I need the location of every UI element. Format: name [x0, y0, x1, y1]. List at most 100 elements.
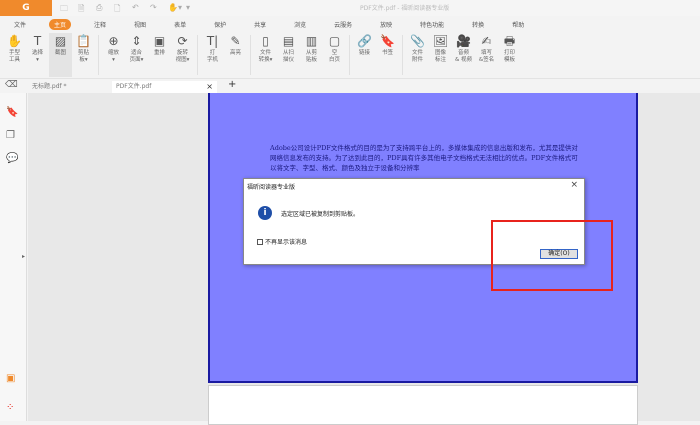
app-logo[interactable]: G — [0, 0, 52, 16]
dialog-close-button[interactable]: × — [570, 180, 578, 190]
toolbar-button[interactable]: T 选择 ▾ — [26, 33, 49, 77]
menu-item[interactable]: 浏览 — [289, 19, 311, 30]
pages-icon[interactable]: ❐ — [6, 130, 15, 141]
tab-pdf-file[interactable]: PDF文件.pdf × — [112, 81, 217, 93]
info-icon: i — [258, 206, 272, 220]
tool-icon: T| — [206, 34, 219, 48]
toolbar-button[interactable]: 🎥 音频 & 视频 — [452, 33, 475, 77]
tool-label: 重排 — [153, 50, 165, 56]
close-tab-icon[interactable]: × — [206, 81, 213, 93]
toolbar-button[interactable]: ▯ 文件 转换▾ — [254, 33, 277, 77]
toolbar-separator — [349, 35, 350, 75]
tool-label: 高亮 — [229, 50, 241, 56]
expand-sidebar-icon[interactable]: ▸ — [22, 253, 25, 260]
quick-access-icon[interactable]: ↶ — [132, 3, 139, 12]
toolbar-button[interactable]: ✍ 填写 &签名 — [475, 33, 498, 77]
toolbar-button[interactable]: ▣ 重排 — [148, 33, 171, 77]
toolbar-button[interactable]: ⇕ 适合 页面▾ — [125, 33, 148, 77]
menu-item[interactable]: 云服务 — [329, 19, 357, 30]
menu-item[interactable]: 表单 — [169, 19, 191, 30]
comment-icon[interactable]: 💬 — [6, 153, 18, 164]
toolbar-button[interactable]: 🖶 打印 模板 — [498, 33, 521, 77]
checkbox-label: 不再显示该消息 — [265, 239, 308, 246]
tool-icon: ▣ — [153, 34, 166, 48]
attachment-icon[interactable]: ▣ — [6, 373, 15, 384]
menu-item[interactable]: 文件 — [9, 19, 31, 30]
menu-item[interactable]: 视图 — [129, 19, 151, 30]
tool-label: 剪贴 板▾ — [77, 50, 89, 63]
menu-bar: 文件 主页 注释 视图 表单 保护 共享 浏览 云服务 放映 特色功能 转换 帮助 — [0, 17, 700, 32]
toolbar-separator — [402, 35, 403, 75]
toolbar-button[interactable]: ▨ 截图 — [49, 33, 72, 77]
highlight-annotation-box — [491, 220, 613, 291]
tool-label: 文件 附件 — [411, 50, 423, 63]
tool-icon: 📎 — [410, 34, 425, 48]
tool-label: 选择 ▾ — [31, 50, 43, 63]
tool-icon: 🔖 — [380, 34, 395, 48]
toolbar-button[interactable]: T| 打 字机 — [201, 33, 224, 77]
tab-untitled[interactable]: 无标题.pdf * — [28, 81, 110, 93]
apps-icon[interactable]: ⁘ — [6, 402, 14, 413]
tool-label: 从扫 描仪 — [282, 50, 294, 63]
dialog-message: 选定区域已被复制到剪贴板。 — [281, 211, 360, 218]
toolbar-button[interactable]: ✋ 手型 工具 — [3, 33, 26, 77]
tool-icon: ⇕ — [131, 34, 142, 48]
eraser-icon[interactable]: ⌫ — [5, 80, 18, 90]
tool-label: 书签 — [381, 50, 393, 56]
title-bar: G 🗀 🗎 ⎙ 🗋 ↶ ↷ ✋▾ ▾ PDF文件.pdf - 福昕阅读器专业版 — [0, 0, 700, 16]
toolbar-separator — [250, 35, 251, 75]
menu-item[interactable]: 帮助 — [507, 19, 529, 30]
tool-icon: T — [33, 34, 42, 48]
toolbar-button[interactable]: ▤ 从扫 描仪 — [277, 33, 300, 77]
toolbar-button[interactable]: ▢ 空 白页 — [323, 33, 346, 77]
window-title: PDF文件.pdf - 福昕阅读器专业版 — [360, 5, 450, 12]
checkbox-icon[interactable] — [257, 238, 263, 245]
toolbar-button[interactable]: ⊕ 缩放 ▾ — [102, 33, 125, 77]
toolbar-button[interactable]: ▥ 从剪 贴板 — [300, 33, 323, 77]
menu-item[interactable]: 特色功能 — [415, 19, 449, 30]
tool-icon: ✎ — [230, 34, 241, 48]
quick-access-icon[interactable]: ✋▾ — [168, 3, 182, 12]
tool-icon: 🔗 — [357, 34, 372, 48]
toolbar-button[interactable]: 📋 剪贴 板▾ — [72, 33, 95, 77]
tool-label: 文件 转换▾ — [258, 50, 273, 63]
dont-show-again-checkbox[interactable]: 不再显示该消息 — [257, 237, 307, 246]
quick-access-icon[interactable]: ⎙ — [96, 3, 102, 13]
toolbar-button[interactable]: 📎 文件 附件 — [406, 33, 429, 77]
menu-item[interactable]: 转换 — [467, 19, 489, 30]
page-text: Adobe公司设计PDF文件格式的目的是为了支持跨平台上的，多媒体集成的信息出版… — [270, 144, 578, 172]
tool-icon: 🎥 — [456, 34, 471, 48]
quick-access-icon[interactable]: ▾ — [186, 3, 190, 12]
toolbar-button[interactable]: 🖼 图像 标注 — [429, 33, 452, 77]
tool-label: 链接 — [358, 50, 370, 56]
toolbar-button[interactable]: 🔖 书签 — [376, 33, 399, 77]
toolbar-separator — [98, 35, 99, 75]
tool-icon: ⟳ — [177, 34, 188, 48]
tool-label: 打印 模板 — [503, 50, 515, 63]
tab-bar: ⌫ 无标题.pdf * PDF文件.pdf × + — [0, 79, 700, 93]
new-tab-button[interactable]: + — [228, 79, 236, 90]
menu-item[interactable]: 保护 — [209, 19, 231, 30]
tool-label: 适合 页面▾ — [129, 50, 144, 63]
tool-icon: 📋 — [76, 34, 91, 48]
quick-access-icon[interactable]: 🗎 — [78, 3, 84, 17]
tool-label: 手型 工具 — [8, 50, 20, 63]
menu-item[interactable]: 共享 — [249, 19, 271, 30]
bookmark-icon[interactable]: 🔖 — [6, 107, 18, 118]
toolbar-button[interactable]: ⟳ 旋转 视图▾ — [171, 33, 194, 77]
quick-access-icon[interactable]: 🗋 — [114, 3, 120, 17]
menu-item[interactable]: 放映 — [375, 19, 397, 30]
tool-label: 从剪 贴板 — [305, 50, 317, 63]
tool-icon: ✋ — [7, 34, 22, 48]
menu-item[interactable]: 主页 — [49, 19, 72, 30]
menu-item[interactable]: 注释 — [89, 19, 111, 30]
ribbon-toolbar: ✋ 手型 工具 T 选择 ▾ ▨ 截图 📋 剪贴 板▾ ⊕ 缩放 ▾ ⇕ 适合 页面▾ ▣ 重排 ⟳ 旋转 视… — [0, 33, 700, 79]
quick-access-icon[interactable]: 🗀 — [60, 3, 68, 17]
tool-icon: ▯ — [262, 34, 269, 48]
toolbar-button[interactable]: ✎ 高亮 — [224, 33, 247, 77]
tool-label: 缩放 ▾ — [107, 50, 119, 63]
tool-icon: ✍ — [481, 34, 492, 48]
toolbar-button[interactable]: 🔗 链接 — [353, 33, 376, 77]
quick-access-icon[interactable]: ↷ — [150, 3, 157, 12]
tool-label: 打 字机 — [206, 50, 218, 63]
